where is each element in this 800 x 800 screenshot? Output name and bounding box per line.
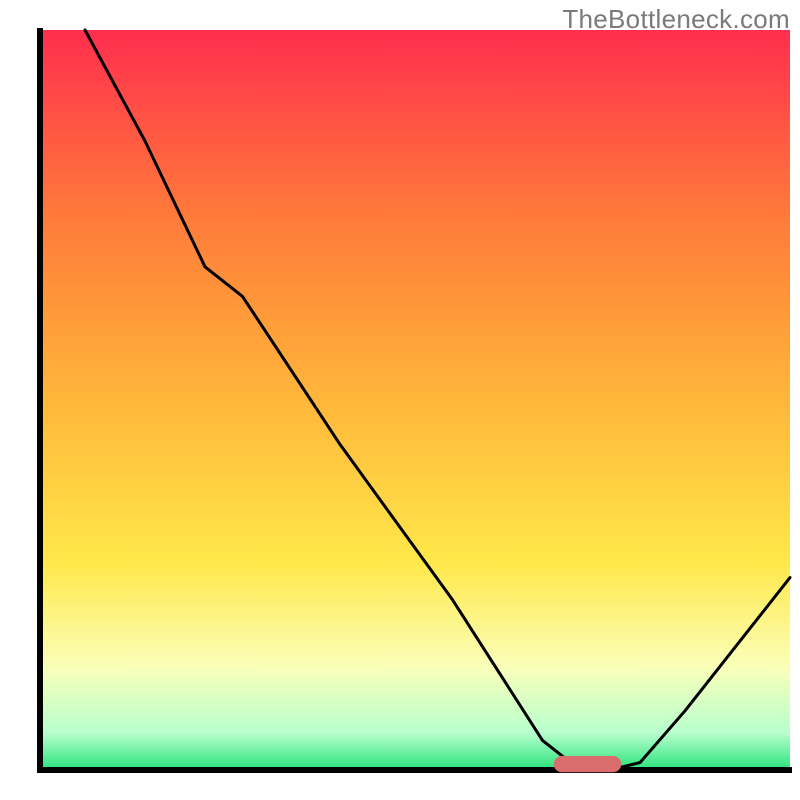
- optimal-marker: [554, 756, 622, 772]
- watermark-text: TheBottleneck.com: [562, 4, 790, 35]
- bottleneck-chart: [0, 0, 800, 800]
- chart-container: TheBottleneck.com: [0, 0, 800, 800]
- plot-gradient-background: [40, 30, 790, 770]
